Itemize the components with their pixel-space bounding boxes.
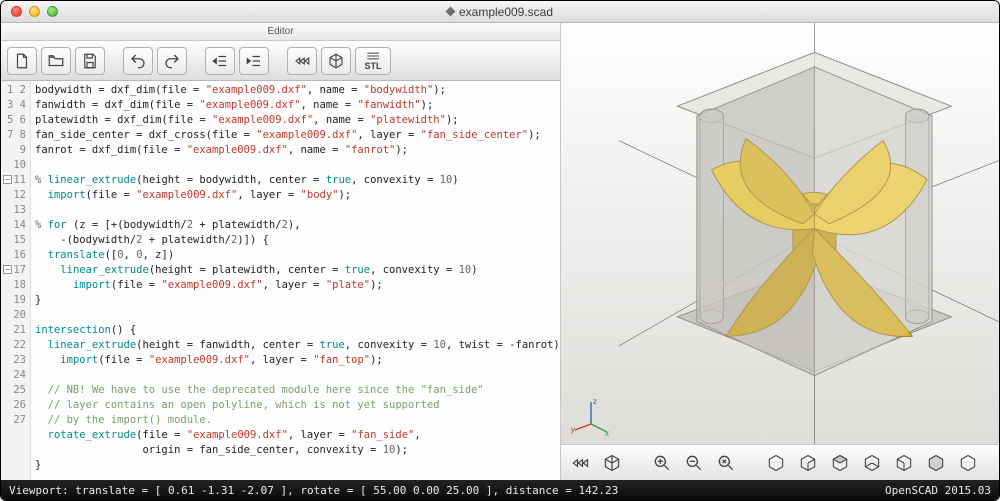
preview-view-button[interactable] [567, 450, 593, 476]
new-file-button[interactable] [7, 47, 37, 75]
view-back-button[interactable] [955, 450, 981, 476]
view-left-button[interactable] [891, 450, 917, 476]
zoom-all-button[interactable] [713, 450, 739, 476]
version-text: OpenSCAD 2015.03 [885, 484, 991, 497]
axis-gizmo: z x y [571, 396, 611, 436]
editor-toolbar: STL [1, 41, 560, 81]
viewer-toolbar [561, 444, 1000, 480]
redo-button[interactable] [157, 47, 187, 75]
status-bar: Viewport: translate = [ 0.61 -1.31 -2.07… [1, 480, 999, 500]
code-editor[interactable]: 1 2 3 4 5 6 7 8 9 10 −11 12 13 14 15 16 … [1, 81, 560, 480]
window-title-text: example009.scad [459, 5, 553, 19]
axis-y-label: y [571, 425, 575, 434]
document-modified-icon [446, 7, 456, 17]
view-top-button[interactable] [827, 450, 853, 476]
main-content: Editor STL 1 2 3 4 5 6 [1, 23, 999, 480]
stl-label: STL [365, 61, 382, 71]
zoom-out-button[interactable] [681, 450, 707, 476]
preview-button[interactable] [287, 47, 317, 75]
viewport-status-text: Viewport: translate = [ 0.61 -1.31 -2.07… [9, 484, 618, 497]
view-right-button[interactable] [795, 450, 821, 476]
app-window: example009.scad Editor [0, 0, 1000, 501]
axis-x-label: x [605, 429, 609, 436]
titlebar: example009.scad [1, 1, 999, 23]
export-stl-button[interactable]: STL [355, 47, 391, 75]
zoom-in-button[interactable] [649, 450, 675, 476]
view-bottom-button[interactable] [859, 450, 885, 476]
editor-panel-title: Editor [1, 23, 560, 41]
model-render [561, 23, 1000, 444]
viewer-panel: z x y [561, 23, 1000, 480]
code-text[interactable]: bodywidth = dxf_dim(file = "example009.d… [31, 81, 560, 480]
open-file-button[interactable] [41, 47, 71, 75]
3d-viewport[interactable]: z x y [561, 23, 1000, 444]
line-number-gutter: 1 2 3 4 5 6 7 8 9 10 −11 12 13 14 15 16 … [1, 81, 31, 480]
indent-button[interactable] [239, 47, 269, 75]
reset-view-button[interactable] [763, 450, 789, 476]
undo-button[interactable] [123, 47, 153, 75]
save-file-button[interactable] [75, 47, 105, 75]
render-button[interactable] [321, 47, 351, 75]
render-view-button[interactable] [599, 450, 625, 476]
editor-panel: Editor STL 1 2 3 4 5 6 [1, 23, 561, 480]
unindent-button[interactable] [205, 47, 235, 75]
view-front-button[interactable] [923, 450, 949, 476]
axis-z-label: z [593, 397, 597, 406]
window-title: example009.scad [1, 5, 999, 19]
